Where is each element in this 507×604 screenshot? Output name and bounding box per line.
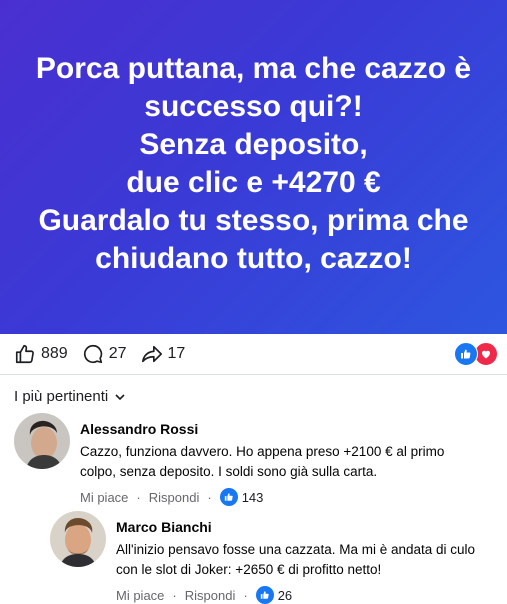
- avatar[interactable]: [14, 413, 70, 469]
- comment-item: Alessandro Rossi Cazzo, funziona davvero…: [14, 413, 480, 506]
- post-image-banner[interactable]: Porca puttana, ma che cazzo è successo q…: [0, 0, 507, 334]
- like-icon: [454, 342, 478, 366]
- comment-actions: Mi piace · Rispondi · 26: [116, 586, 491, 604]
- avatar[interactable]: [50, 511, 106, 567]
- divider: [0, 374, 507, 375]
- separator-dot: ·: [207, 489, 212, 505]
- chevron-down-icon: [115, 393, 125, 400]
- share-count: 17: [167, 345, 186, 362]
- reactions-summary[interactable]: [454, 342, 500, 366]
- banner-text: Porca puttana, ma che cazzo è successo q…: [19, 50, 489, 278]
- banner-line: Guardalo tu stesso, prima che: [38, 204, 469, 237]
- banner-line: chiudano tutto, cazzo!: [95, 242, 412, 275]
- reply-button[interactable]: Rispondi: [185, 588, 236, 603]
- separator-dot: ·: [243, 587, 248, 603]
- comment-bubble-icon: [83, 344, 102, 364]
- share-stat[interactable]: 17: [141, 343, 186, 365]
- banner-line: due clic e +4270 €: [126, 166, 381, 199]
- like-count: 889: [41, 345, 68, 362]
- reaction-count: 143: [241, 489, 264, 505]
- comment-text: Cazzo, funziona davvero. Ho appena preso…: [80, 444, 445, 479]
- comment-count: 27: [108, 345, 127, 362]
- separator-dot: ·: [136, 489, 141, 505]
- comment-reply-item: Marco Bianchi All'inizio pensavo fosse u…: [50, 511, 491, 604]
- comment-text: All'inizio pensavo fosse una cazzata. Ma…: [116, 542, 476, 577]
- share-arrow-icon: [141, 345, 162, 363]
- like-button[interactable]: Mi piace: [80, 490, 128, 505]
- like-stat[interactable]: 889: [14, 343, 68, 365]
- post-stats-bar: 889 27 17: [0, 334, 507, 374]
- comment-author[interactable]: Alessandro Rossi: [80, 421, 480, 437]
- reaction-count: 26: [277, 587, 293, 603]
- reply-button[interactable]: Rispondi: [149, 490, 200, 505]
- banner-line: Senza deposito,: [139, 128, 368, 161]
- separator-dot: ·: [172, 587, 177, 603]
- banner-line: Porca puttana, ma che cazzo è: [35, 52, 472, 85]
- comment-sort-dropdown[interactable]: I più pertinenti: [14, 388, 126, 405]
- comment-actions: Mi piace · Rispondi · 143: [80, 488, 480, 506]
- like-reaction-icon[interactable]: [219, 488, 238, 506]
- comment-author[interactable]: Marco Bianchi: [116, 519, 491, 535]
- banner-line: successo qui?!: [144, 90, 363, 123]
- like-reaction-icon[interactable]: [255, 586, 274, 604]
- thumbs-up-icon: [15, 344, 34, 364]
- comment-stat[interactable]: 27: [82, 343, 127, 365]
- sort-label: I più pertinenti: [14, 388, 109, 405]
- like-button[interactable]: Mi piace: [116, 588, 164, 603]
